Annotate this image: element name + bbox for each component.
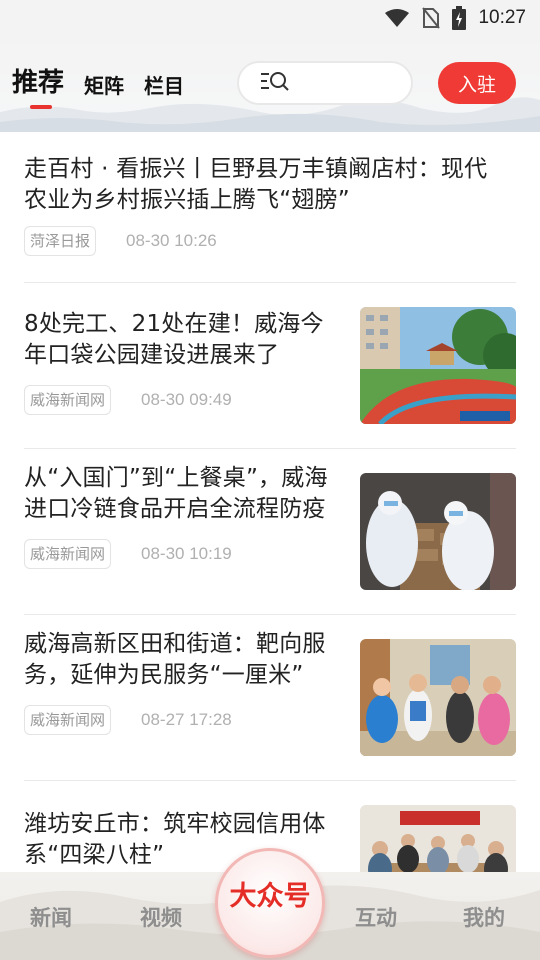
article-time: 08-27 17:28 — [141, 710, 232, 729]
article-meta: 菏泽日报 08-30 10:26 — [24, 226, 516, 256]
nav-video[interactable]: 视频 — [140, 902, 182, 932]
article-time: 08-30 10:26 — [126, 231, 217, 250]
clock: 10:27 — [478, 7, 526, 28]
tab-matrix[interactable]: 矩阵 — [84, 70, 124, 99]
tab-columns[interactable]: 栏目 — [144, 70, 184, 99]
article-source: 威海新闻网 — [24, 705, 112, 735]
nav-dazhonghao-label: 大众号 — [229, 880, 311, 912]
no-sim-icon — [422, 7, 441, 29]
search-icon — [259, 69, 291, 97]
list-item[interactable]: 从“入国门”到“上餐桌”，威海进口冷链食品开启全流程防疫 威海新闻网 08-30… — [24, 449, 516, 615]
channel-tabs: 推荐 矩阵 栏目 — [12, 62, 184, 109]
nav-interaction[interactable]: 互动 — [355, 902, 397, 932]
bottom-navigation: 新闻 视频 大众号 互动 我的 — [0, 848, 540, 960]
list-item[interactable]: 走百村 · 看振兴丨巨野县万丰镇阚店村：现代农业为乡村振兴插上腾飞“翅膀” 菏泽… — [24, 132, 516, 283]
article-title: 8处完工、21处在建！威海今年口袋公园建设进展来了 — [24, 311, 324, 368]
top-header: 推荐 矩阵 栏目 入驻 — [0, 36, 540, 132]
tab-recommend[interactable]: 推荐 — [12, 62, 64, 109]
search-input[interactable] — [297, 74, 417, 92]
article-title: 从“入国门”到“上餐桌”，威海进口冷链食品开启全流程防疫 — [24, 465, 328, 522]
nav-mine[interactable]: 我的 — [463, 902, 505, 932]
wifi-icon — [384, 8, 410, 28]
list-item[interactable]: 8处完工、21处在建！威海今年口袋公园建设进展来了 威海新闻网 08-30 09… — [24, 283, 516, 449]
article-title: 威海高新区田和街道：靶向服务，延伸为民服务“一厘米” — [24, 631, 326, 688]
list-item[interactable]: 威海高新区田和街道：靶向服务，延伸为民服务“一厘米” 威海新闻网 08-27 1… — [24, 615, 516, 781]
article-source: 菏泽日报 — [24, 226, 97, 256]
search-box[interactable] — [237, 61, 417, 105]
article-thumbnail — [360, 639, 516, 756]
article-thumbnail — [360, 805, 516, 872]
article-source: 威海新闻网 — [24, 539, 112, 569]
article-source: 威海新闻网 — [24, 385, 112, 415]
nav-news[interactable]: 新闻 — [30, 902, 72, 932]
join-button[interactable]: 入驻 — [438, 62, 516, 104]
status-bar: 10:27 — [0, 0, 540, 36]
article-time: 08-30 10:19 — [141, 544, 232, 563]
news-feed[interactable]: 走百村 · 看振兴丨巨野县万丰镇阚店村：现代农业为乡村振兴插上腾飞“翅膀” 菏泽… — [0, 132, 540, 872]
article-thumbnail — [360, 307, 516, 424]
nav-dazhonghao-button[interactable]: 大众号 — [215, 848, 325, 958]
battery-charging-icon — [452, 6, 467, 30]
article-time: 08-30 09:49 — [141, 390, 232, 409]
article-thumbnail — [360, 473, 516, 590]
article-title: 走百村 · 看振兴丨巨野县万丰镇阚店村：现代农业为乡村振兴插上腾飞“翅膀” — [24, 156, 488, 213]
